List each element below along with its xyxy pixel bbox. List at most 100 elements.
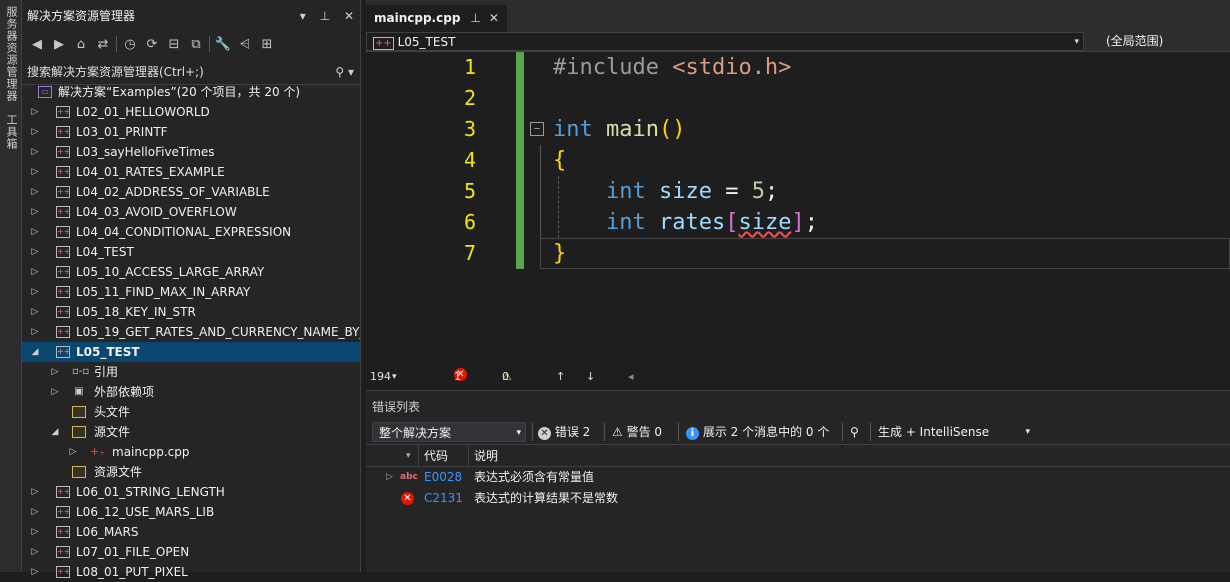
code-line[interactable]: 4{ bbox=[366, 145, 1230, 176]
toolbox-tab[interactable]: 工具箱 bbox=[3, 114, 19, 150]
pending-changes-icon[interactable]: ◷ bbox=[121, 37, 139, 52]
tree-project[interactable]: ▷++L06_MARS bbox=[22, 522, 360, 542]
code-area[interactable]: 1#include <stdio.h> 2 3−int main() 4{ 5 … bbox=[366, 52, 1230, 366]
error-row[interactable]: ✕ C2131 表达式的计算结果不是常数 bbox=[366, 488, 1230, 509]
solution-node[interactable]: ▭ 解决方案“Examples”(20 个项目，共 20 个) bbox=[22, 82, 360, 102]
collapsed-arrow-icon[interactable]: ▷ bbox=[30, 242, 40, 262]
search-input[interactable]: 搜索解决方案资源管理器(Ctrl+;) bbox=[27, 65, 204, 79]
toolbar-separator bbox=[678, 423, 679, 441]
collapsed-arrow-icon[interactable]: ▷ bbox=[68, 442, 78, 462]
column-header-description[interactable]: 说明 bbox=[474, 445, 498, 467]
sync-icon[interactable]: ⟳ bbox=[143, 37, 161, 52]
column-header-code[interactable]: 代码 bbox=[424, 445, 448, 467]
forward-icon[interactable]: ▶ bbox=[50, 37, 68, 52]
error-code[interactable]: E0028 bbox=[424, 467, 462, 488]
tree-file-maincpp[interactable]: ▷ +₊ maincpp.cpp bbox=[22, 442, 360, 462]
tree-project[interactable]: ▷++L04_TEST bbox=[22, 242, 360, 262]
tree-project[interactable]: ▷++L03_sayHelloFiveTimes bbox=[22, 142, 360, 162]
error-row[interactable]: ▷ abc E0028 表达式必须含有常量值 bbox=[366, 467, 1230, 488]
filter-icon[interactable]: ⚲ bbox=[850, 422, 859, 442]
tree-project[interactable]: ▷++L07_01_FILE_OPEN bbox=[22, 542, 360, 562]
project-label: L05_10_ACCESS_LARGE_ARRAY bbox=[76, 262, 264, 282]
tree-project-selected[interactable]: ◢ ++ L05_TEST bbox=[22, 342, 360, 362]
tree-project[interactable]: ▷++L05_10_ACCESS_LARGE_ARRAY bbox=[22, 262, 360, 282]
prev-issue-icon[interactable]: ↑ bbox=[556, 368, 565, 386]
tree-project[interactable]: ▷++L03_01_PRINTF bbox=[22, 122, 360, 142]
tree-external-deps[interactable]: ▷ ▣ 外部依赖项 bbox=[22, 382, 360, 402]
errors-filter-label: 错误 2 bbox=[555, 425, 590, 439]
tree-project[interactable]: ▷++L04_02_ADDRESS_OF_VARIABLE bbox=[22, 182, 360, 202]
switch-views-icon[interactable]: ⇄ bbox=[94, 37, 112, 52]
tree-project[interactable]: ▷++L08_01_PUT_PIXEL bbox=[22, 562, 360, 582]
cpp-project-icon: ++ bbox=[56, 106, 70, 118]
preview-icon[interactable]: ⩤ bbox=[236, 37, 254, 52]
scroll-left-icon[interactable]: ◂ bbox=[628, 368, 634, 386]
collapsed-arrow-icon[interactable]: ▷ bbox=[30, 222, 40, 242]
tree-project[interactable]: ▷++L04_03_AVOID_OVERFLOW bbox=[22, 202, 360, 222]
close-icon[interactable]: ✕ bbox=[344, 9, 354, 23]
collapsed-arrow-icon[interactable]: ▷ bbox=[50, 382, 60, 402]
tree-resource-files[interactable]: 资源文件 bbox=[22, 462, 360, 482]
messages-filter-button[interactable]: i 展示 2 个消息中的 0 个 bbox=[686, 422, 829, 442]
tree-references[interactable]: ▷ ▫-▫ 引用 bbox=[22, 362, 360, 382]
dropdown-icon[interactable]: ▾ bbox=[300, 9, 306, 23]
scope-dropdown[interactable]: (全局范围) bbox=[1106, 32, 1163, 51]
error-list-toolbar: 整个解决方案 ▾ ✕ 错误 2 ⚠ 警告 0 i 展示 2 个消息中的 0 个 … bbox=[366, 419, 1230, 445]
errors-filter-button[interactable]: ✕ 错误 2 bbox=[538, 422, 590, 442]
collapsed-arrow-icon[interactable]: ▷ bbox=[30, 142, 40, 162]
collapsed-arrow-icon[interactable]: ▷ bbox=[30, 102, 40, 122]
tab-maincpp[interactable]: maincpp.cpp⊥✕ bbox=[366, 5, 507, 32]
collapsed-arrow-icon[interactable]: ▷ bbox=[30, 302, 40, 322]
back-icon[interactable]: ◀ bbox=[28, 37, 46, 52]
tree-project[interactable]: ▷++L04_01_RATES_EXAMPLE bbox=[22, 162, 360, 182]
collapsed-arrow-icon[interactable]: ▷ bbox=[30, 202, 40, 222]
close-tab-icon[interactable]: ✕ bbox=[489, 11, 499, 25]
tree-project[interactable]: ▷++L02_01_HELLOWORLD bbox=[22, 102, 360, 122]
error-code[interactable]: C2131 bbox=[424, 488, 463, 509]
collapsed-arrow-icon[interactable]: ▷ bbox=[30, 122, 40, 142]
collapsed-arrow-icon[interactable]: ▷ bbox=[30, 542, 40, 562]
collapsed-arrow-icon[interactable]: ▷ bbox=[30, 562, 40, 582]
tree-project[interactable]: ▷++L06_12_USE_MARS_LIB bbox=[22, 502, 360, 522]
view-class-diagram-icon[interactable]: ⊞ bbox=[258, 37, 276, 52]
collapsed-arrow-icon[interactable]: ▷ bbox=[30, 162, 40, 182]
warnings-filter-button[interactable]: ⚠ 警告 0 bbox=[612, 422, 662, 442]
code-line[interactable]: 1#include <stdio.h> bbox=[366, 52, 1230, 83]
project-dropdown[interactable]: ++ L05_TEST ▾ bbox=[366, 32, 1084, 51]
code-line[interactable]: 7} bbox=[366, 238, 1230, 269]
next-issue-icon[interactable]: ↓ bbox=[586, 368, 595, 386]
properties-icon[interactable]: 🔧 bbox=[214, 37, 232, 52]
home-icon[interactable]: ⌂ bbox=[72, 37, 90, 52]
expand-arrow-icon[interactable]: ◢ bbox=[50, 422, 60, 442]
collapsed-arrow-icon[interactable]: ▷ bbox=[30, 262, 40, 282]
show-all-files-icon[interactable]: ⧉ bbox=[187, 37, 205, 52]
collapsed-arrow-icon[interactable]: ▷ bbox=[30, 522, 40, 542]
code-line[interactable]: 5 int size = 5; bbox=[366, 176, 1230, 207]
tree-project[interactable]: ▷++L05_19_GET_RATES_AND_CURRENCY_NAME_BY… bbox=[22, 322, 360, 342]
collapsed-arrow-icon[interactable]: ▷ bbox=[30, 282, 40, 302]
code-line[interactable]: 2 bbox=[366, 83, 1230, 114]
pin-icon[interactable]: ⊥ bbox=[320, 9, 330, 23]
pin-icon[interactable]: ⊥ bbox=[470, 11, 480, 25]
server-explorer-tab[interactable]: 服务器资源管理器 bbox=[3, 6, 19, 102]
expand-arrow-icon[interactable]: ◢ bbox=[30, 342, 40, 362]
collapsed-arrow-icon[interactable]: ▷ bbox=[30, 482, 40, 502]
build-filter-select[interactable]: 生成 + IntelliSense ▾ bbox=[878, 422, 1030, 442]
scope-select[interactable]: 整个解决方案 ▾ bbox=[372, 422, 526, 442]
collapsed-arrow-icon[interactable]: ▷ bbox=[30, 322, 40, 342]
tree-header-files[interactable]: 头文件 bbox=[22, 402, 360, 422]
collapse-all-icon[interactable]: ⊟ bbox=[165, 37, 183, 52]
collapse-icon[interactable]: − bbox=[530, 122, 544, 136]
collapsed-arrow-icon[interactable]: ▷ bbox=[50, 362, 60, 382]
tree-source-files[interactable]: ◢ 源文件 bbox=[22, 422, 360, 442]
tree-project[interactable]: ▷++L05_18_KEY_IN_STR bbox=[22, 302, 360, 322]
tree-project[interactable]: ▷++L05_11_FIND_MAX_IN_ARRAY bbox=[22, 282, 360, 302]
expand-arrow-icon[interactable]: ▷ bbox=[386, 467, 393, 488]
tree-project[interactable]: ▷++L04_04_CONDITIONAL_EXPRESSION bbox=[22, 222, 360, 242]
cpp-project-icon: ++ bbox=[56, 566, 70, 578]
collapsed-arrow-icon[interactable]: ▷ bbox=[30, 502, 40, 522]
code-line[interactable]: 6 int rates[size]; bbox=[366, 207, 1230, 238]
tree-project[interactable]: ▷++L06_01_STRING_LENGTH bbox=[22, 482, 360, 502]
code-line[interactable]: 3−int main() bbox=[366, 114, 1230, 145]
collapsed-arrow-icon[interactable]: ▷ bbox=[30, 182, 40, 202]
